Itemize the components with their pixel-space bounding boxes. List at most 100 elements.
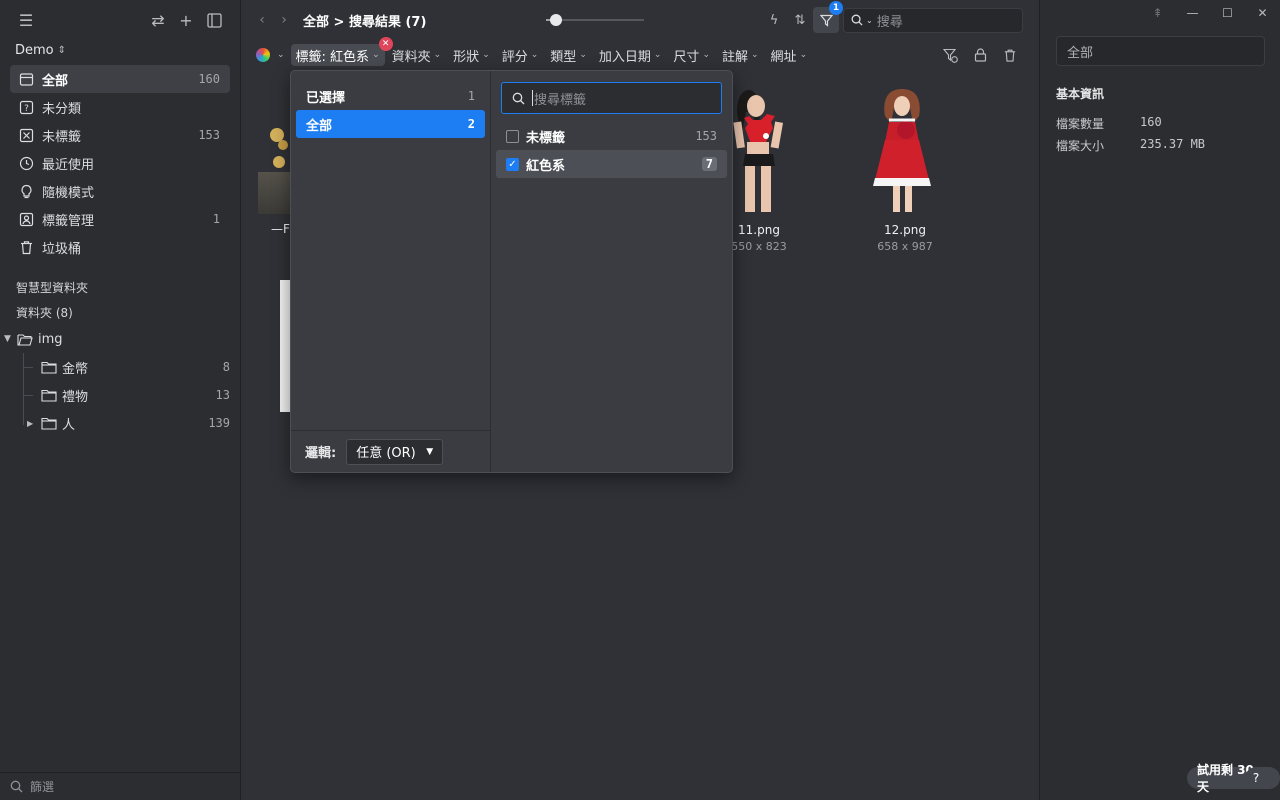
tree-item-coins[interactable]: 金幣 8 bbox=[0, 353, 230, 381]
breadcrumb: 全部 > 搜尋結果 (7) bbox=[303, 14, 427, 30]
search-icon bbox=[8, 780, 24, 793]
add-icon[interactable]: + bbox=[172, 6, 200, 34]
library-switcher[interactable]: Demo ⇕ bbox=[0, 39, 240, 61]
sidebar-filter-input[interactable]: 篩選 bbox=[0, 772, 240, 800]
sort-icon[interactable]: ⇅ bbox=[787, 7, 813, 33]
back-icon[interactable]: ‹ bbox=[251, 12, 273, 28]
info-key: 檔案大小 bbox=[1056, 139, 1105, 153]
toolbar-right: ϟ ⇅ 1 ⌄ 搜尋 bbox=[761, 1, 1023, 33]
filter-chip-label: 註解 bbox=[721, 49, 748, 65]
pin-icon[interactable]: ⇞ bbox=[1140, 0, 1175, 26]
sidebar-toggle-icon[interactable] bbox=[200, 6, 228, 34]
chevron-down-icon: ⌄ bbox=[653, 50, 662, 60]
sidebar-item-label: 未分類 bbox=[42, 101, 82, 117]
random-icon bbox=[18, 183, 34, 199]
filter-bar: ⌄ 標籤: 紅色系 ⌄ ✕ 資料夾 ⌄ 形狀 ⌄ 評分 ⌄ 類型 ⌄ 加入日期 ⌄ 尺寸 ⌄ … bbox=[241, 37, 1039, 70]
thumbnail-12[interactable]: 12.png 658 x 987 bbox=[855, 84, 955, 253]
info-value: 160 bbox=[1140, 115, 1162, 129]
tree-item-label: 人 bbox=[62, 417, 76, 433]
window-controls: ⇞ — ☐ ✕ bbox=[1140, 0, 1280, 26]
filter-chip-annotation[interactable]: 註解 ⌄ bbox=[717, 44, 764, 66]
smart-folders-heading[interactable]: 智慧型資料夾 bbox=[0, 275, 240, 300]
sidebar-item-label: 標籤管理 bbox=[42, 213, 95, 229]
clear-filter-icon[interactable]: ✕ bbox=[378, 37, 393, 51]
tag-search-input[interactable]: 搜尋標籤 bbox=[501, 82, 722, 114]
updown-chevron-icon: ⇕ bbox=[57, 44, 67, 56]
folders-heading[interactable]: 資料夾 (8) bbox=[0, 300, 240, 325]
info-key: 檔案數量 bbox=[1056, 117, 1105, 131]
thumbnail-partial-white[interactable] bbox=[280, 280, 290, 412]
caret-right-icon[interactable]: ▶ bbox=[27, 419, 33, 428]
uncategorized-icon: ? bbox=[18, 99, 34, 115]
svg-text:?: ? bbox=[24, 104, 29, 114]
filter-chip-date-added[interactable]: 加入日期 ⌄ bbox=[594, 44, 667, 66]
swap-icon[interactable]: ⇄ bbox=[144, 6, 172, 34]
filter-button[interactable]: 1 bbox=[813, 1, 843, 33]
filter-chip-rating[interactable]: 評分 ⌄ bbox=[497, 44, 544, 66]
maximize-icon[interactable]: ☐ bbox=[1210, 0, 1245, 26]
sidebar-item-trash[interactable]: 垃圾桶 bbox=[10, 233, 230, 261]
tree-item-people[interactable]: ▶ 人 139 bbox=[0, 409, 230, 437]
chevron-down-icon[interactable]: ⌄ bbox=[866, 16, 873, 25]
tree-guide-line bbox=[23, 395, 33, 396]
lock-icon[interactable] bbox=[965, 44, 995, 66]
untagged-icon bbox=[18, 127, 34, 143]
scope-all[interactable]: 全部 2 bbox=[296, 110, 485, 138]
search-icon bbox=[511, 92, 525, 105]
filter-chip-size[interactable]: 尺寸 ⌄ bbox=[668, 44, 715, 66]
tree-item-label: img bbox=[38, 331, 63, 347]
sidebar-item-tag-manager[interactable]: 標籤管理 1 bbox=[10, 205, 230, 233]
help-button[interactable]: ? bbox=[1245, 767, 1267, 789]
forward-icon[interactable]: › bbox=[273, 12, 295, 28]
chevron-down-icon: ⌄ bbox=[277, 50, 285, 60]
color-filter-icon[interactable] bbox=[256, 48, 270, 62]
sidebar-item-uncategorized[interactable]: ? 未分類 bbox=[10, 93, 230, 121]
color-filter-chevron[interactable]: ⌄ bbox=[274, 44, 289, 66]
tag-row-red[interactable]: ✓ 紅色系 7 bbox=[496, 150, 727, 178]
sidebar-item-recent[interactable]: 最近使用 bbox=[10, 149, 230, 177]
search-input[interactable]: ⌄ 搜尋 bbox=[843, 7, 1023, 33]
tree-item-img[interactable]: ▼ img bbox=[0, 325, 230, 353]
slider-knob[interactable] bbox=[549, 14, 562, 26]
scope-selected[interactable]: 已選擇 1 bbox=[296, 82, 485, 110]
tree-item-count: 139 bbox=[208, 416, 230, 430]
sidebar-item-count: 160 bbox=[198, 72, 220, 86]
menu-icon[interactable]: ☰ bbox=[12, 6, 40, 34]
sidebar-item-label: 最近使用 bbox=[42, 157, 95, 173]
inspector-folder-value: 全部 bbox=[1067, 45, 1094, 61]
thumbnail-size-slider[interactable] bbox=[546, 14, 644, 26]
tag-scope-list: 已選擇 1 全部 2 邏輯: 任意 (OR) ▼ bbox=[291, 71, 491, 472]
chevron-down-icon: ⌄ bbox=[579, 50, 587, 60]
search-placeholder: 搜尋 bbox=[876, 14, 903, 30]
tree-item-label: 金幣 bbox=[62, 361, 89, 377]
filter-chip-url[interactable]: 網址 ⌄ bbox=[766, 44, 813, 66]
sidebar-item-random[interactable]: 隨機模式 bbox=[10, 177, 230, 205]
tree-item-gifts[interactable]: 禮物 13 bbox=[0, 381, 230, 409]
close-icon[interactable]: ✕ bbox=[1245, 0, 1280, 26]
filter-chip-folder[interactable]: 資料夾 ⌄ bbox=[387, 44, 447, 66]
tree-guide-line bbox=[23, 353, 24, 425]
clear-filters-icon[interactable] bbox=[935, 44, 965, 66]
chevron-down-icon: ⌄ bbox=[482, 50, 490, 60]
checkbox-checked[interactable]: ✓ bbox=[506, 157, 519, 171]
filter-chip-type[interactable]: 類型 ⌄ bbox=[545, 44, 592, 66]
caret-down-icon[interactable]: ▼ bbox=[4, 334, 16, 344]
filter-placeholder: 篩選 bbox=[30, 780, 55, 794]
checkbox[interactable] bbox=[506, 129, 519, 143]
minimize-icon[interactable]: — bbox=[1175, 0, 1210, 26]
sidebar-item-all[interactable]: 全部 160 bbox=[10, 65, 230, 93]
inspector-folder-field[interactable]: 全部 bbox=[1056, 36, 1265, 66]
thumbnail-image bbox=[855, 84, 955, 215]
filter-chip-tag[interactable]: 標籤: 紅色系 ⌄ ✕ bbox=[290, 37, 393, 66]
trash-icon[interactable] bbox=[995, 44, 1025, 66]
filter-chip-shape[interactable]: 形狀 ⌄ bbox=[448, 44, 495, 66]
lightning-icon[interactable]: ϟ bbox=[761, 7, 787, 33]
tag-row-untagged[interactable]: 未標籤 153 bbox=[496, 122, 727, 150]
library-name: Demo bbox=[15, 42, 54, 58]
sidebar-item-untagged[interactable]: 未標籤 153 bbox=[10, 121, 230, 149]
logic-select[interactable]: 任意 (OR) ▼ bbox=[346, 438, 444, 465]
tag-filter-popup: 已選擇 1 全部 2 邏輯: 任意 (OR) ▼ 搜尋標籤 未標籤 153 ✓ bbox=[290, 70, 733, 473]
sidebar-item-label: 未標籤 bbox=[42, 129, 82, 145]
tag-count: 153 bbox=[695, 129, 717, 143]
info-row-file-count: 檔案數量 160 bbox=[1056, 115, 1162, 132]
